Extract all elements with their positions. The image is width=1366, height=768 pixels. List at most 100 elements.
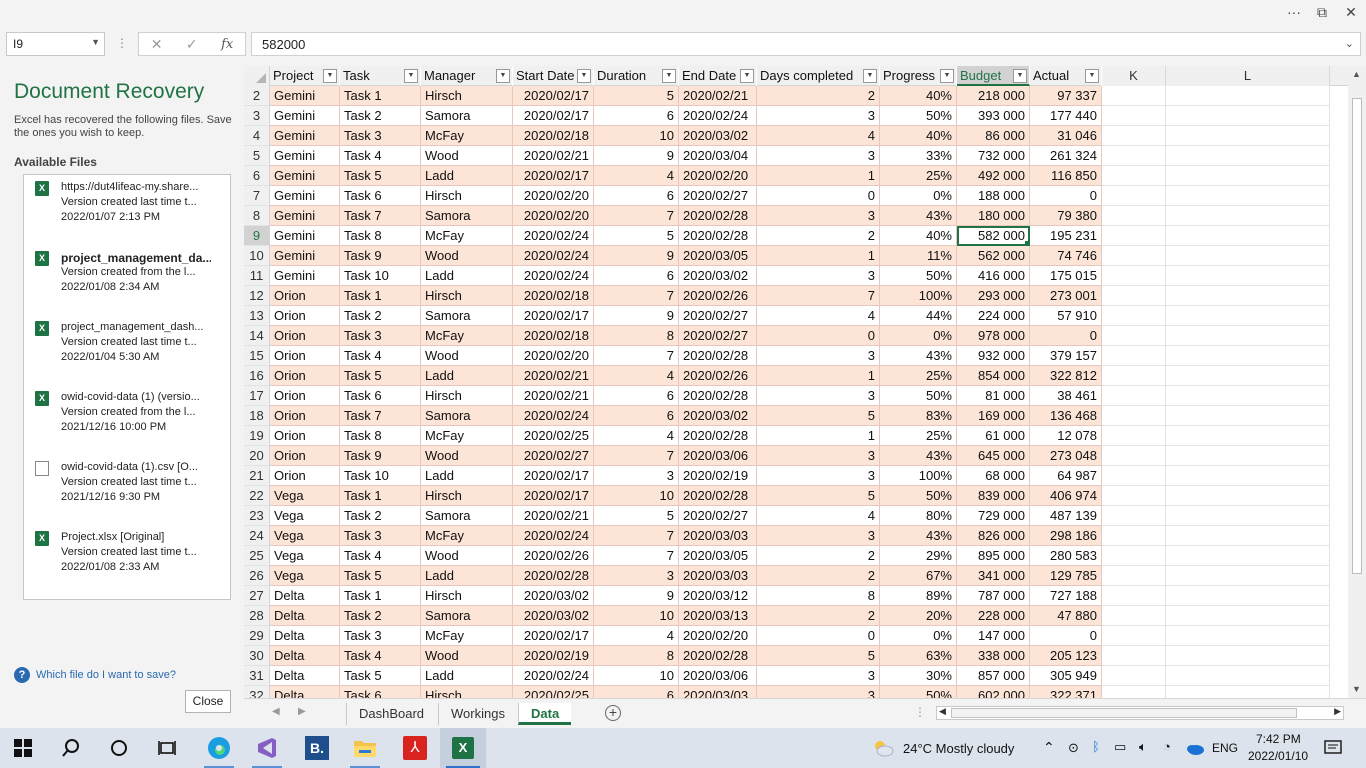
empty-cell[interactable] bbox=[1102, 666, 1166, 686]
meet-now-icon[interactable]: ⊙ bbox=[1068, 740, 1079, 756]
table-cell[interactable]: Delta bbox=[270, 646, 340, 666]
empty-cell[interactable] bbox=[1166, 146, 1330, 166]
table-cell[interactable]: 273 001 bbox=[1030, 286, 1102, 306]
table-cell[interactable]: 826 000 bbox=[957, 526, 1030, 546]
table-cell[interactable]: Orion bbox=[270, 346, 340, 366]
tab-splitter-icon[interactable]: ⋮ bbox=[914, 705, 926, 719]
table-cell[interactable]: Task 10 bbox=[340, 466, 421, 486]
table-cell[interactable]: 4 bbox=[594, 366, 679, 386]
table-cell[interactable]: Gemini bbox=[270, 106, 340, 126]
table-cell[interactable]: 2020/02/17 bbox=[513, 626, 594, 646]
empty-cell[interactable] bbox=[1166, 506, 1330, 526]
empty-cell[interactable] bbox=[1166, 446, 1330, 466]
table-cell[interactable]: 322 371 bbox=[1030, 686, 1102, 698]
table-cell[interactable]: Hirsch bbox=[421, 486, 513, 506]
table-cell[interactable]: Vega bbox=[270, 506, 340, 526]
more-options-icon[interactable]: ··· bbox=[1280, 2, 1308, 22]
table-cell[interactable]: 857 000 bbox=[957, 666, 1030, 686]
table-cell[interactable]: 0% bbox=[880, 186, 957, 206]
table-cell[interactable]: 180 000 bbox=[957, 206, 1030, 226]
prev-sheet-icon[interactable]: ◀ bbox=[272, 706, 280, 717]
table-cell[interactable]: 2020/02/20 bbox=[513, 346, 594, 366]
table-cell[interactable]: 2020/02/28 bbox=[679, 426, 757, 446]
empty-cell[interactable] bbox=[1166, 586, 1330, 606]
table-cell[interactable]: 2020/02/18 bbox=[513, 126, 594, 146]
table-cell[interactable]: 8 bbox=[757, 586, 880, 606]
table-cell[interactable]: 2020/02/21 bbox=[513, 146, 594, 166]
table-cell[interactable]: 3 bbox=[757, 206, 880, 226]
row-header[interactable]: 30 bbox=[244, 646, 270, 666]
table-cell[interactable]: 44% bbox=[880, 306, 957, 326]
table-cell[interactable]: 2020/02/18 bbox=[513, 286, 594, 306]
table-cell[interactable]: 2020/02/28 bbox=[679, 646, 757, 666]
vertical-scrollbar[interactable]: ▲ ▼ bbox=[1348, 66, 1366, 698]
table-cell[interactable]: Gemini bbox=[270, 126, 340, 146]
table-cell[interactable]: Task 8 bbox=[340, 426, 421, 446]
table-cell[interactable]: 4 bbox=[757, 306, 880, 326]
table-cell[interactable]: 2020/02/26 bbox=[679, 286, 757, 306]
table-cell[interactable]: 4 bbox=[594, 626, 679, 646]
table-cell[interactable]: 2020/02/17 bbox=[513, 486, 594, 506]
table-cell[interactable]: 175 015 bbox=[1030, 266, 1102, 286]
row-header[interactable]: 27 bbox=[244, 586, 270, 606]
table-cell[interactable]: Ladd bbox=[421, 266, 513, 286]
row-header[interactable]: 28 bbox=[244, 606, 270, 626]
table-cell[interactable]: Task 1 bbox=[340, 86, 421, 106]
table-cell[interactable]: Task 6 bbox=[340, 386, 421, 406]
empty-cell[interactable] bbox=[1102, 566, 1166, 586]
table-cell[interactable]: 298 186 bbox=[1030, 526, 1102, 546]
table-cell[interactable]: 31 046 bbox=[1030, 126, 1102, 146]
empty-cell[interactable] bbox=[1102, 106, 1166, 126]
table-cell[interactable]: 33% bbox=[880, 146, 957, 166]
table-cell[interactable]: 0 bbox=[1030, 186, 1102, 206]
table-cell[interactable]: Task 2 bbox=[340, 306, 421, 326]
close-button[interactable]: Close bbox=[185, 690, 231, 713]
empty-cell[interactable] bbox=[1102, 246, 1166, 266]
edge-icon[interactable] bbox=[196, 728, 242, 768]
empty-cell[interactable] bbox=[1166, 546, 1330, 566]
table-cell[interactable]: 74 746 bbox=[1030, 246, 1102, 266]
row-header[interactable]: 4 bbox=[244, 126, 270, 146]
table-cell[interactable]: Task 6 bbox=[340, 686, 421, 698]
empty-cell[interactable] bbox=[1102, 386, 1166, 406]
empty-cell[interactable] bbox=[1166, 426, 1330, 446]
empty-cell[interactable] bbox=[1102, 626, 1166, 646]
table-cell[interactable]: 6 bbox=[594, 686, 679, 698]
table-cell[interactable]: 2020/03/02 bbox=[513, 586, 594, 606]
empty-cell[interactable] bbox=[1102, 366, 1166, 386]
row-header[interactable]: 19 bbox=[244, 426, 270, 446]
table-cell[interactable]: 25% bbox=[880, 366, 957, 386]
table-cell[interactable]: 0 bbox=[757, 186, 880, 206]
table-cell[interactable]: 6 bbox=[594, 406, 679, 426]
table-cell[interactable]: 10 bbox=[594, 666, 679, 686]
table-cell[interactable]: Ladd bbox=[421, 466, 513, 486]
empty-cell[interactable] bbox=[1102, 506, 1166, 526]
table-cell[interactable]: 11% bbox=[880, 246, 957, 266]
empty-cell[interactable] bbox=[1102, 206, 1166, 226]
table-cell[interactable]: McFay bbox=[421, 326, 513, 346]
table-cell[interactable]: McFay bbox=[421, 126, 513, 146]
empty-cell[interactable] bbox=[1102, 326, 1166, 346]
table-cell[interactable]: 4 bbox=[757, 126, 880, 146]
table-cell[interactable]: 50% bbox=[880, 106, 957, 126]
table-cell[interactable]: 2020/02/20 bbox=[513, 206, 594, 226]
table-cell[interactable]: Task 2 bbox=[340, 606, 421, 626]
empty-cell[interactable] bbox=[1166, 326, 1330, 346]
table-cell[interactable]: 177 440 bbox=[1030, 106, 1102, 126]
table-cell[interactable]: Hirsch bbox=[421, 286, 513, 306]
recovered-file-item[interactable]: Xowid-covid-data (1) (versio... Version c… bbox=[24, 387, 230, 453]
table-cell[interactable]: 3 bbox=[757, 346, 880, 366]
table-cell[interactable]: 2020/02/21 bbox=[513, 506, 594, 526]
table-cell[interactable]: 2020/02/17 bbox=[513, 106, 594, 126]
wifi-icon[interactable]: ◔ bbox=[1163, 739, 1171, 754]
row-header[interactable]: 29 bbox=[244, 626, 270, 646]
header-task[interactable]: Task ▼ bbox=[340, 66, 421, 86]
filter-dropdown-icon[interactable]: ▼ bbox=[940, 69, 954, 83]
table-cell[interactable]: 25% bbox=[880, 166, 957, 186]
table-cell[interactable]: 9 bbox=[594, 246, 679, 266]
table-cell[interactable]: Wood bbox=[421, 446, 513, 466]
table-cell[interactable]: 2 bbox=[757, 546, 880, 566]
language-indicator[interactable]: ENG bbox=[1212, 741, 1238, 755]
recovered-file-item[interactable]: Xproject_management_da... Version created… bbox=[24, 247, 230, 313]
table-cell[interactable]: 2020/02/28 bbox=[513, 566, 594, 586]
